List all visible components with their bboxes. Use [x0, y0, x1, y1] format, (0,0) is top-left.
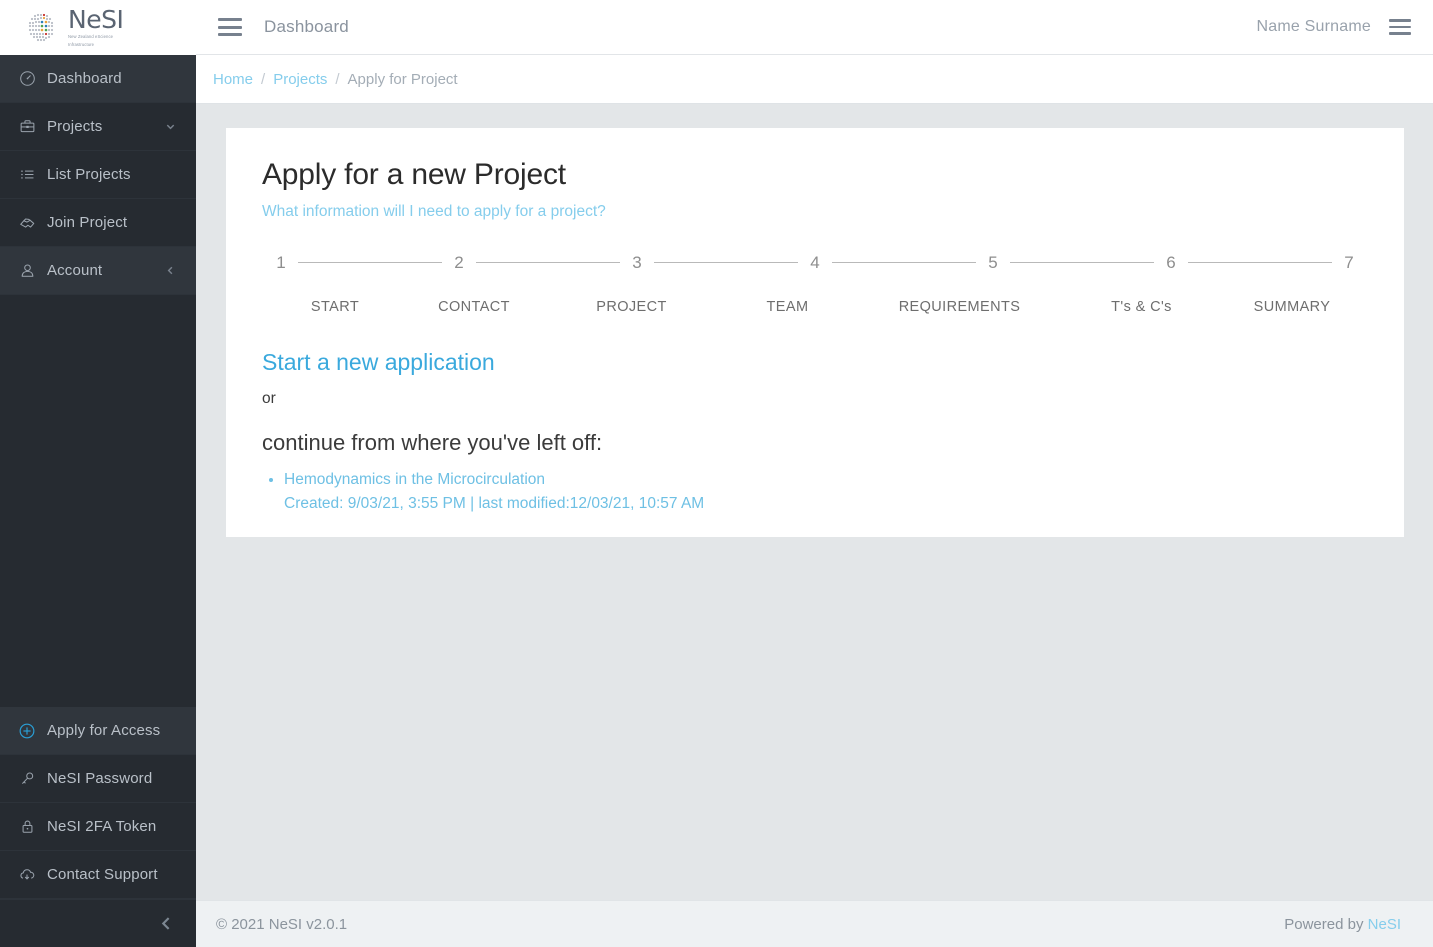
sidebar-toggle-button[interactable]	[218, 18, 242, 36]
draft-meta: Created: 9/03/21, 3:55 PM | last modifie…	[284, 494, 705, 512]
chevron-left-icon	[159, 916, 174, 931]
step-label-contact: CONTACT	[438, 298, 510, 315]
breadcrumb-item-projects[interactable]: Projects	[273, 71, 327, 88]
step-number[interactable]: 2	[454, 253, 464, 273]
sidebar-item-label: Join Project	[47, 214, 128, 231]
sidebar-nav-top: Dashboard Projects List Projects Join Pr…	[0, 55, 196, 295]
sidebar-item-contact-support[interactable]: Contact Support	[0, 851, 196, 899]
breadcrumb-separator: /	[335, 70, 340, 88]
brand-tagline-2: Infrastructure	[68, 42, 95, 47]
step-label-start: START	[310, 298, 360, 315]
nesi-logo-icon	[26, 9, 64, 47]
cloud-download-icon	[12, 866, 42, 884]
application-stepper: 1 2 3 4 5 6 7 START CONTACT PROJECT TEAM…	[262, 253, 1368, 315]
sidebar-collapse-button[interactable]	[0, 899, 196, 947]
breadcrumb-item-current: Apply for Project	[347, 70, 458, 88]
draft-title-link[interactable]: Hemodynamics in the Microcirculation	[284, 468, 1368, 492]
sidebar-item-list-projects[interactable]: List Projects	[0, 151, 196, 199]
sidebar-nav-bottom: Apply for Access NeSI Password NeSI 2FA …	[0, 707, 196, 899]
sidebar-item-label: NeSI 2FA Token	[47, 818, 157, 835]
start-new-application-link[interactable]: Start a new application	[262, 349, 1368, 376]
hamburger-bar	[1389, 19, 1411, 22]
step-number[interactable]: 3	[632, 253, 642, 273]
sidebar-item-label: Account	[47, 262, 103, 279]
sidebar-item-dashboard[interactable]: Dashboard	[0, 55, 196, 103]
step-label-team: TEAM	[766, 298, 809, 315]
handshake-icon	[12, 214, 42, 232]
footer-copyright: © 2021 NeSI v2.0.1	[216, 915, 348, 933]
hamburger-bar	[218, 25, 242, 29]
draft-application-list: Hemodynamics in the Microcirculation Cre…	[284, 468, 1368, 516]
step-connector	[298, 262, 442, 263]
footer-powered-by: Powered by NeSI	[1284, 916, 1401, 933]
chevron-down-icon[interactable]	[165, 121, 176, 132]
header-right: Name Surname	[1257, 18, 1411, 36]
user-name-label[interactable]: Name Surname	[1257, 18, 1371, 36]
user-menu-button[interactable]	[1389, 19, 1411, 35]
page-title: Dashboard	[264, 17, 349, 36]
lock-icon	[12, 818, 42, 835]
list-item: Hemodynamics in the Microcirculation Cre…	[284, 468, 1368, 516]
step-connector	[832, 262, 976, 263]
list-icon	[12, 166, 42, 183]
step-number[interactable]: 4	[810, 253, 820, 273]
speedometer-icon	[12, 70, 42, 87]
sidebar-item-join-project[interactable]: Join Project	[0, 199, 196, 247]
main-content: Apply for a new Project What information…	[196, 104, 1433, 900]
briefcase-icon	[12, 118, 42, 135]
continue-heading: continue from where you've left off:	[262, 429, 603, 455]
step-label-tcs: T's & C's	[1111, 298, 1172, 315]
sidebar-item-label: Contact Support	[47, 866, 158, 883]
apply-project-card: Apply for a new Project What information…	[226, 128, 1404, 537]
hamburger-bar	[218, 18, 242, 21]
breadcrumb: Home / Projects / Apply for Project	[196, 55, 1433, 104]
hamburger-bar	[1389, 25, 1411, 29]
sidebar-item-label: List Projects	[47, 166, 131, 183]
info-link[interactable]: What information will I need to apply fo…	[262, 203, 606, 221]
footer-powered-prefix: Powered by	[1284, 915, 1368, 933]
or-text: or	[262, 389, 276, 407]
chevron-left-icon[interactable]	[165, 265, 176, 276]
card-title: Apply for a new Project	[262, 158, 566, 191]
sidebar-item-nesi-password[interactable]: NeSI Password	[0, 755, 196, 803]
top-header: Dashboard Name Surname	[196, 0, 1433, 55]
step-label-requirements: REQUIREMENTS	[898, 298, 1021, 315]
sidebar-item-label: Dashboard	[47, 70, 122, 87]
brand-logo[interactable]: NeSI New Zealand eScience Infrastructure	[0, 0, 196, 55]
step-connector	[476, 262, 620, 263]
plus-circle-icon	[12, 722, 42, 740]
footer-nesi-link[interactable]: NeSI	[1368, 916, 1401, 933]
sidebar: NeSI New Zealand eScience Infrastructure…	[0, 0, 196, 947]
hamburger-bar	[1389, 32, 1411, 35]
sidebar-item-apply-for-access[interactable]: Apply for Access	[0, 707, 196, 755]
sidebar-item-label: NeSI Password	[47, 770, 153, 787]
step-connector	[654, 262, 798, 263]
sidebar-item-label: Apply for Access	[47, 722, 161, 739]
brand-name: NeSI	[68, 4, 124, 34]
user-icon	[12, 262, 42, 279]
sidebar-item-label: Projects	[47, 118, 103, 135]
brand-tagline-1: New Zealand eScience	[68, 33, 114, 39]
breadcrumb-item-home[interactable]: Home	[213, 71, 253, 88]
step-label-project: PROJECT	[596, 298, 667, 315]
stepper-numbers-row: 1 2 3 4 5 6 7	[276, 253, 1354, 273]
breadcrumb-separator: /	[261, 70, 266, 88]
step-label-summary: SUMMARY	[1253, 298, 1331, 315]
step-connector	[1188, 262, 1332, 263]
hamburger-bar	[218, 33, 242, 36]
step-number[interactable]: 6	[1166, 253, 1176, 273]
sidebar-item-nesi-2fa-token[interactable]: NeSI 2FA Token	[0, 803, 196, 851]
step-number[interactable]: 5	[988, 253, 998, 273]
step-number[interactable]: 7	[1344, 253, 1354, 273]
step-connector	[1010, 262, 1154, 263]
sidebar-item-projects[interactable]: Projects	[0, 103, 196, 151]
stepper-labels-row: START CONTACT PROJECT TEAM REQUIREMENTS …	[276, 299, 1354, 315]
step-number[interactable]: 1	[276, 253, 286, 273]
footer: © 2021 NeSI v2.0.1 Powered by NeSI	[196, 900, 1433, 947]
key-icon	[12, 770, 42, 787]
sidebar-item-account[interactable]: Account	[0, 247, 196, 295]
